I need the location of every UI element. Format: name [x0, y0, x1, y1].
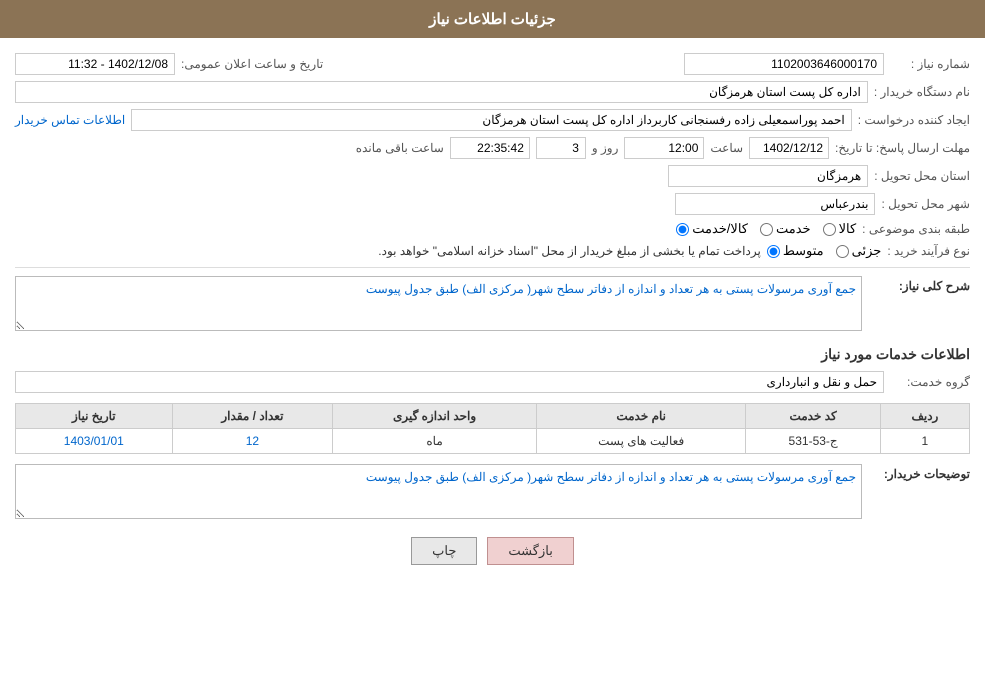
col-date: تاریخ نیاز [16, 404, 173, 429]
cell-unit: ماه [333, 429, 537, 454]
deadline-days-label: روز و [592, 141, 619, 155]
back-button[interactable]: بازگشت [487, 537, 573, 565]
deadline-label: مهلت ارسال پاسخ: تا تاریخ: [835, 141, 970, 155]
category-radio-group: کالا خدمت کالا/خدمت [676, 221, 856, 237]
cell-service-code: ج-53-531 [746, 429, 880, 454]
purchase-motevasset-radio[interactable] [767, 245, 780, 258]
service-group-input [15, 371, 884, 393]
button-row: بازگشت چاپ [15, 537, 970, 565]
page-header: جزئیات اطلاعات نیاز [0, 0, 985, 38]
org-name-input [15, 81, 868, 103]
purchase-note: پرداخت تمام یا بخشی از مبلغ خریدار از مح… [15, 244, 761, 258]
col-rownum: ردیف [880, 404, 969, 429]
services-table-section: ردیف کد خدمت نام خدمت واحد اندازه گیری ت… [15, 403, 970, 454]
province-label: استان محل تحویل : [874, 169, 970, 183]
header-title: جزئیات اطلاعات نیاز [429, 11, 556, 28]
city-label: شهر محل تحویل : [881, 197, 970, 211]
cell-service-name: فعالیت های پست [536, 429, 746, 454]
col-service-name: نام خدمت [536, 404, 746, 429]
col-quantity: تعداد / مقدار [172, 404, 333, 429]
buyer-desc-textarea[interactable] [15, 464, 862, 519]
services-section-title: اطلاعات خدمات مورد نیاز [15, 346, 970, 363]
deadline-remaining-label: ساعت باقی مانده [356, 141, 444, 155]
org-name-label: نام دستگاه خریدار : [874, 85, 970, 99]
creator-contact-link[interactable]: اطلاعات تماس خریدار [15, 113, 125, 127]
purchase-jozii-label: جزئی [852, 243, 882, 259]
category-kala-label: کالا [839, 221, 857, 237]
city-input [675, 193, 875, 215]
category-kala-item[interactable]: کالا [823, 221, 857, 237]
category-khadamat-radio[interactable] [760, 223, 773, 236]
buyer-desc-label: توضیحات خریدار: [870, 464, 970, 481]
purchase-motevasset-label: متوسط [783, 243, 824, 259]
category-kala-radio[interactable] [823, 223, 836, 236]
purchase-jozii-item[interactable]: جزئی [836, 243, 882, 259]
cell-quantity: 12 [172, 429, 333, 454]
deadline-remaining-input [450, 137, 530, 159]
category-both-item[interactable]: کالا/خدمت [676, 221, 748, 237]
deadline-days-input [536, 137, 586, 159]
print-button[interactable]: چاپ [411, 537, 477, 565]
need-description-textarea[interactable] [15, 276, 862, 331]
purchase-motevasset-item[interactable]: متوسط [767, 243, 824, 259]
deadline-date-input [749, 137, 829, 159]
col-unit: واحد اندازه گیری [333, 404, 537, 429]
cell-date: 1403/01/01 [16, 429, 173, 454]
need-number-input [684, 53, 884, 75]
category-khadamat-item[interactable]: خدمت [760, 221, 811, 237]
purchase-jozii-radio[interactable] [836, 245, 849, 258]
need-number-label: شماره نیاز : [890, 57, 970, 71]
category-label: طبقه بندی موضوعی : [862, 222, 970, 236]
public-announcement-input [15, 53, 175, 75]
category-both-label: کالا/خدمت [692, 221, 748, 237]
deadline-time-input [624, 137, 704, 159]
services-table: ردیف کد خدمت نام خدمت واحد اندازه گیری ت… [15, 403, 970, 454]
public-announcement-label: تاریخ و ساعت اعلان عمومی: [181, 57, 323, 71]
need-description-label: شرح کلی نیاز: [870, 276, 970, 293]
province-input [668, 165, 868, 187]
deadline-time-label: ساعت [710, 141, 743, 155]
table-row: 1 ج-53-531 فعالیت های پست ماه 12 1403/01… [16, 429, 970, 454]
creator-label: ایجاد کننده درخواست : [858, 113, 970, 127]
service-group-label: گروه خدمت: [890, 375, 970, 389]
col-service-code: کد خدمت [746, 404, 880, 429]
purchase-type-label: نوع فرآیند خرید : [887, 244, 970, 258]
creator-input [131, 109, 852, 131]
purchase-type-radio-group: جزئی متوسط [767, 243, 882, 259]
cell-rownum: 1 [880, 429, 969, 454]
divider1 [15, 267, 970, 268]
category-khadamat-label: خدمت [776, 221, 811, 237]
category-both-radio[interactable] [676, 223, 689, 236]
